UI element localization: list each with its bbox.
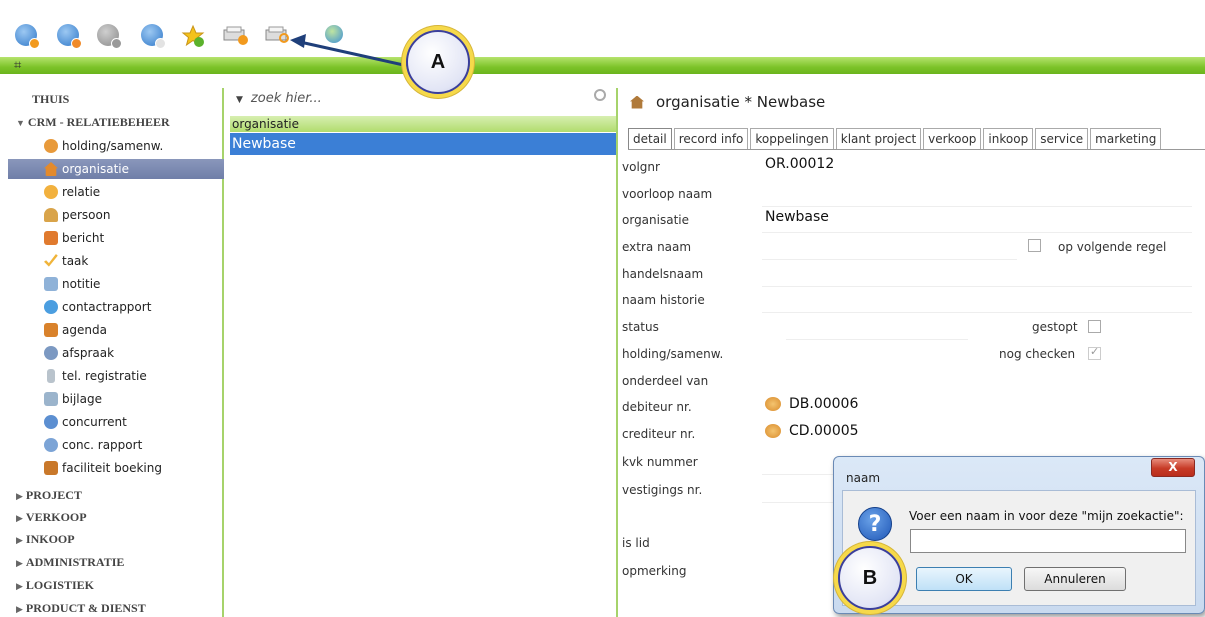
callout-b: B xyxy=(838,546,902,610)
callout-arrow xyxy=(290,34,409,68)
callout-a: A xyxy=(406,30,470,94)
